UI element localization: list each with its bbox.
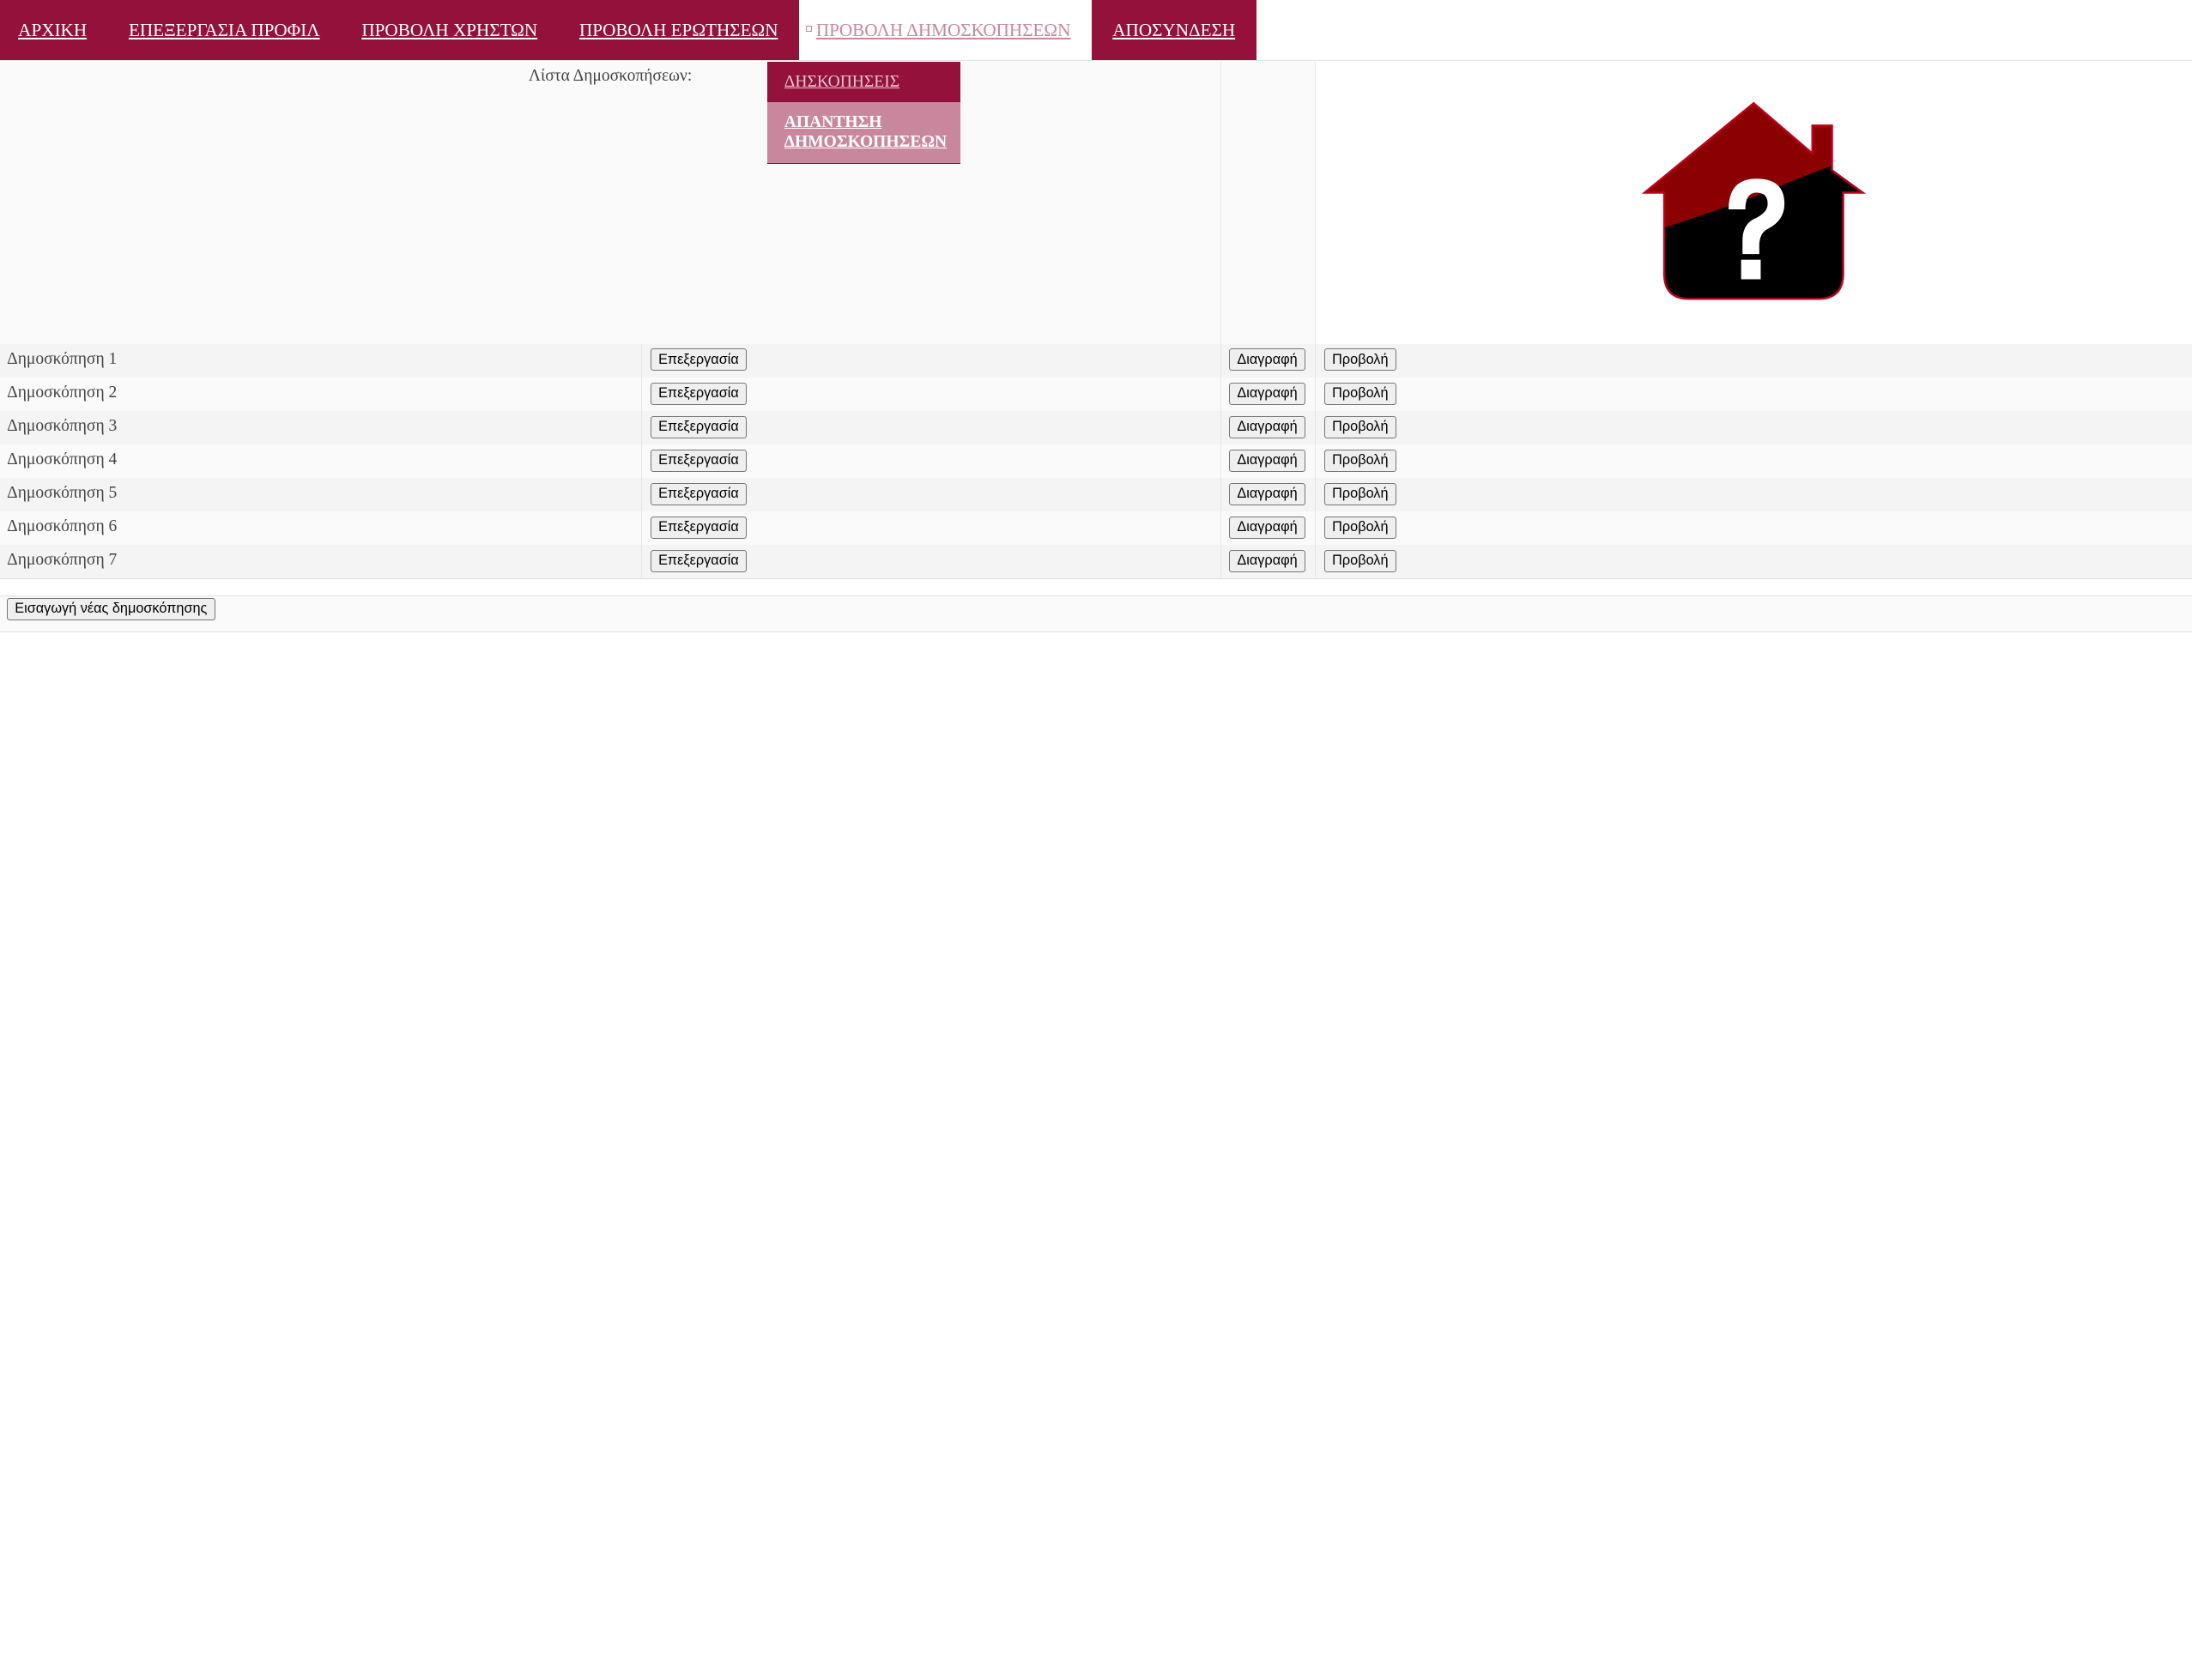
nav-item-logout[interactable]: ΑΠΟΣΥΝΔΕΣΗ — [1091, 0, 1256, 61]
view-cell: Προβολή — [1315, 343, 2192, 378]
poll-name: Δημοσκόπηση 4 — [0, 444, 642, 478]
view-cell: Προβολή — [1315, 545, 2192, 580]
view-button[interactable]: Προβολή — [1324, 482, 1396, 505]
edit-button[interactable]: Επεξεργασία — [650, 482, 747, 505]
poll-table: Λίστα Δημοσκοπήσεων: Δημοσκόπηση 1 Επεξε… — [0, 61, 2192, 580]
delete-button[interactable]: Διαγραφή — [1229, 516, 1305, 539]
table-row: Δημοσκόπηση 5 Επεξεργασία Διαγραφή Προβολή — [0, 477, 2192, 512]
view-button[interactable]: Προβολή — [1324, 549, 1396, 572]
top-navigation: ΑΡΧΙΚΗ ΕΠΕΞΕΡΓΑΣΙΑ ΠΡΟΦΙΛ ΠΡΟΒΟΛΗ ΧΡΗΣΤΩ… — [0, 0, 2192, 62]
poll-name: Δημοσκόπηση 5 — [0, 477, 642, 512]
view-cell: Προβολή — [1315, 511, 2192, 546]
table-row: Δημοσκόπηση 6 Επεξεργασία Διαγραφή Προβολή — [0, 511, 2192, 546]
edit-cell: Επεξεργασία — [641, 511, 1221, 546]
view-cell: Προβολή — [1315, 444, 2192, 478]
delete-cell: Διαγραφή — [1220, 343, 1317, 378]
nav-item-view-questions[interactable]: ΠΡΟΒΟΛΗ ΕΡΩΤΗΣΕΩΝ — [558, 0, 799, 61]
poll-list: Λίστα Δημοσκοπήσεων: Δημοσκόπηση 1 Επεξε… — [0, 61, 2192, 580]
view-button[interactable]: Προβολή — [1324, 449, 1396, 472]
dropdown-item-answer-polls[interactable]: ΑΠΑΝΤΗΣΗ ΔΗΜΟΣΚΟΠΗΣΕΩΝ — [767, 101, 961, 164]
poll-name: Δημοσκόπηση 2 — [0, 377, 642, 411]
view-button[interactable]: Προβολή — [1324, 348, 1396, 372]
table-row: Δημοσκόπηση 2 Επεξεργασία Διαγραφή Προβολή — [0, 377, 2192, 411]
view-cell: Προβολή — [1315, 410, 2192, 444]
polls-dropdown-menu: ΔΗΣΚΟΠΗΣΕΙΣ ΑΠΑΝΤΗΣΗ ΔΗΜΟΣΚΟΠΗΣΕΩΝ — [767, 61, 961, 164]
edit-button[interactable]: Επεξεργασία — [650, 415, 747, 438]
poll-name: Δημοσκόπηση 3 — [0, 410, 642, 444]
edit-cell: Επεξεργασία — [641, 545, 1221, 580]
add-poll-button[interactable]: Εισαγωγή νέας δημοσκόπησης — [7, 597, 215, 620]
delete-button[interactable]: Διαγραφή — [1229, 449, 1305, 472]
header-spacer-narrow — [1220, 61, 1317, 344]
view-button[interactable]: Προβολή — [1324, 415, 1396, 438]
poll-name: Δημοσκόπηση 7 — [0, 545, 642, 580]
table-row: Δημοσκόπηση 1 Επεξεργασία Διαγραφή Προβολή — [0, 343, 2192, 378]
view-button[interactable]: Προβολή — [1324, 382, 1396, 405]
dropdown-item-polls[interactable]: ΔΗΣΚΟΠΗΣΕΙΣ — [767, 61, 961, 102]
delete-button[interactable]: Διαγραφή — [1229, 549, 1305, 572]
delete-cell: Διαγραφή — [1220, 377, 1317, 411]
view-cell: Προβολή — [1315, 377, 2192, 411]
house-question-icon — [1642, 101, 1867, 300]
edit-cell: Επεξεργασία — [641, 477, 1221, 512]
edit-button[interactable]: Επεξεργασία — [650, 449, 747, 472]
edit-cell: Επεξεργασία — [641, 410, 1221, 444]
table-header-row: Λίστα Δημοσκοπήσεων: — [0, 61, 2192, 344]
table-row: Δημοσκόπηση 4 Επεξεργασία Διαγραφή Προβολή — [0, 444, 2192, 478]
delete-cell: Διαγραφή — [1220, 410, 1317, 444]
delete-cell: Διαγραφή — [1220, 477, 1317, 512]
poll-name: Δημοσκόπηση 1 — [0, 343, 642, 378]
poll-list-title: Λίστα Δημοσκοπήσεων: — [528, 67, 693, 86]
delete-button[interactable]: Διαγραφή — [1229, 415, 1305, 438]
edit-cell: Επεξεργασία — [641, 377, 1221, 411]
delete-cell: Διαγραφή — [1220, 511, 1317, 546]
delete-cell: Διαγραφή — [1220, 444, 1317, 478]
delete-button[interactable]: Διαγραφή — [1229, 382, 1305, 405]
edit-button[interactable]: Επεξεργασία — [650, 382, 747, 405]
table-row: Δημοσκόπηση 7 Επεξεργασία Διαγραφή Προβολή — [0, 545, 2192, 580]
title-cell: Λίστα Δημοσκοπήσεων: — [0, 61, 692, 344]
edit-cell: Επεξεργασία — [641, 444, 1221, 478]
poll-name: Δημοσκόπηση 6 — [0, 511, 642, 546]
edit-button[interactable]: Επεξεργασία — [650, 516, 747, 539]
table-row: Δημοσκόπηση 3 Επεξεργασία Διαγραφή Προβολή — [0, 410, 2192, 444]
nav-bar: ΑΡΧΙΚΗ ΕΠΕΞΕΡΓΑΣΙΑ ΠΡΟΦΙΛ ΠΡΟΒΟΛΗ ΧΡΗΣΤΩ… — [0, 0, 1256, 61]
delete-button[interactable]: Διαγραφή — [1229, 348, 1305, 372]
delete-cell: Διαγραφή — [1220, 545, 1317, 580]
nav-item-view-users[interactable]: ΠΡΟΒΟΛΗ ΧΡΗΣΤΩΝ — [340, 0, 559, 61]
nav-item-home[interactable]: ΑΡΧΙΚΗ — [0, 0, 108, 61]
edit-button[interactable]: Επεξεργασία — [650, 549, 747, 572]
edit-cell: Επεξεργασία — [641, 343, 1221, 378]
delete-button[interactable]: Διαγραφή — [1229, 482, 1305, 505]
nav-item-view-polls-label: ΠΡΟΒΟΛΗ ΔΗΜΟΣΚΟΠΗΣΕΩΝ — [815, 19, 1071, 40]
nav-item-view-polls[interactable]: ΠΡΟΒΟΛΗ ΔΗΜΟΣΚΟΠΗΣΕΩΝ — [798, 0, 1092, 61]
view-cell: Προβολή — [1315, 477, 2192, 512]
view-button[interactable]: Προβολή — [1324, 516, 1396, 539]
dropdown-indicator-icon — [806, 25, 812, 32]
footer-actions: Εισαγωγή νέας δημοσκόπησης — [0, 595, 2192, 632]
logo-cell — [1315, 61, 2192, 344]
edit-button[interactable]: Επεξεργασία — [650, 348, 747, 372]
nav-item-edit-profile[interactable]: ΕΠΕΞΕΡΓΑΣΙΑ ΠΡΟΦΙΛ — [107, 0, 341, 61]
